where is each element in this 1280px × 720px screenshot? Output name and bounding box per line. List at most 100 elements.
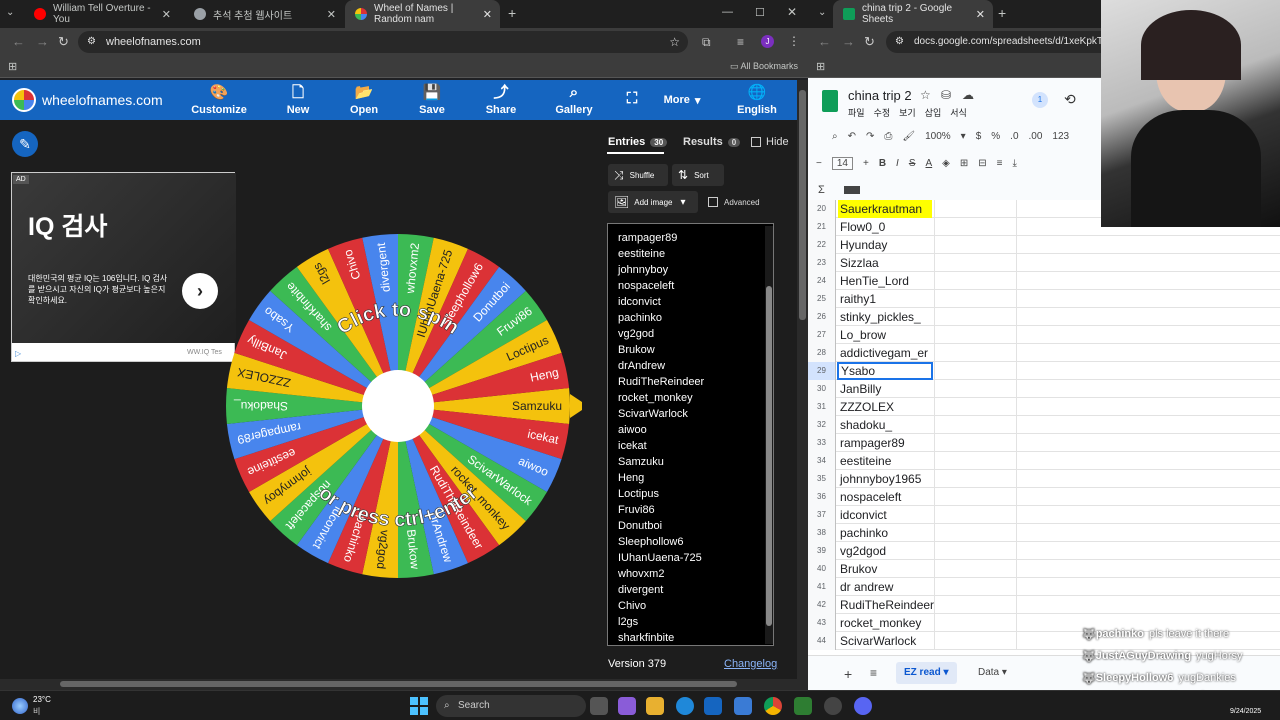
row-number[interactable]: 39: [808, 542, 836, 560]
cell-value[interactable]: nospaceleft: [840, 488, 901, 506]
sheet-row[interactable]: 29 Ysabo: [808, 362, 1280, 380]
cell-value[interactable]: Flow0_0: [840, 218, 885, 236]
row-number[interactable]: 32: [808, 416, 836, 434]
undo-icon[interactable]: ↶: [848, 131, 856, 142]
taskbar-search[interactable]: ⌕ Search: [436, 695, 586, 717]
edge-icon[interactable]: [676, 697, 694, 715]
cell-value[interactable]: ScivarWarlock: [840, 632, 916, 650]
shuffle-button[interactable]: ⤨ Shuffle: [608, 164, 668, 186]
cell-value[interactable]: Sauerkrautman: [838, 200, 932, 218]
new-tab-icon[interactable]: +: [508, 5, 516, 21]
sheet-row[interactable]: 24 HenTie_Lord: [808, 272, 1280, 290]
discord-icon[interactable]: [854, 697, 872, 715]
site-info-icon[interactable]: ⚙: [87, 31, 96, 53]
tab-entries[interactable]: Entries 30: [608, 136, 668, 148]
row-number[interactable]: 42: [808, 596, 836, 614]
sheet-row[interactable]: 34 eestiteine: [808, 452, 1280, 470]
scrollbar-thumb[interactable]: [60, 681, 737, 687]
strikethrough-icon[interactable]: S: [909, 158, 916, 169]
paint-format-icon[interactable]: 🖌: [902, 131, 915, 142]
sheet-row[interactable]: 32 shadoku_: [808, 416, 1280, 434]
cell-value[interactable]: addictivegam_er: [840, 344, 928, 362]
new-button[interactable]: 🗋 New: [280, 80, 316, 120]
row-number[interactable]: 44: [808, 632, 836, 650]
cell-ref-box[interactable]: [844, 186, 860, 194]
sheet-row[interactable]: 35 johnnyboy1965: [808, 470, 1280, 488]
sheet-row[interactable]: 41 dr andrew: [808, 578, 1280, 596]
sheet-tab-data[interactable]: Data ▾: [970, 662, 1015, 684]
sheet-row[interactable]: 33 rampager89: [808, 434, 1280, 452]
chrome-icon[interactable]: [764, 697, 782, 715]
app-icon[interactable]: [734, 697, 752, 715]
save-button[interactable]: 💾 Save: [414, 80, 450, 120]
sheet-row[interactable]: 39 vg2dgod: [808, 542, 1280, 560]
advanced-checkbox[interactable]: Advanced: [708, 197, 760, 207]
cell-value[interactable]: Ysabo: [837, 362, 933, 380]
open-button[interactable]: 📂 Open: [346, 80, 382, 120]
app-icon[interactable]: [794, 697, 812, 715]
row-number[interactable]: 24: [808, 272, 836, 290]
back-icon[interactable]: ←: [12, 34, 25, 49]
menu-view[interactable]: 보기: [899, 106, 916, 119]
new-tab-icon[interactable]: +: [998, 5, 1006, 21]
font-size-input[interactable]: 14: [831, 157, 853, 170]
row-number[interactable]: 23: [808, 254, 836, 272]
customize-button[interactable]: 🎨 Customize: [191, 80, 247, 120]
row-number[interactable]: 33: [808, 434, 836, 452]
changelog-link[interactable]: Changelog: [724, 658, 777, 670]
search-icon[interactable]: ⌕: [832, 131, 838, 142]
site-info-icon[interactable]: ⚙: [895, 31, 904, 53]
app-icon[interactable]: [824, 697, 842, 715]
row-number[interactable]: 38: [808, 524, 836, 542]
cell-value[interactable]: Lo_brow: [840, 326, 886, 344]
sheet-row[interactable]: 22 Hyunday: [808, 236, 1280, 254]
sheet-row[interactable]: 31 ZZZOLEX: [808, 398, 1280, 416]
sheet-row[interactable]: 25 raithy1: [808, 290, 1280, 308]
sheet-row[interactable]: 37 idconvict: [808, 506, 1280, 524]
row-number[interactable]: 41: [808, 578, 836, 596]
cell-value[interactable]: dr andrew: [840, 578, 893, 596]
sheet-row[interactable]: 23 Sizzlaa: [808, 254, 1280, 272]
row-number[interactable]: 28: [808, 344, 836, 362]
sheet-row[interactable]: 36 nospaceleft: [808, 488, 1280, 506]
align-icon[interactable]: ≡: [997, 158, 1003, 169]
merge-icon[interactable]: ⊟: [978, 158, 986, 169]
row-number[interactable]: 27: [808, 326, 836, 344]
sheet-row[interactable]: 42 RudiTheReindeer: [808, 596, 1280, 614]
font-size-decrease-icon[interactable]: −: [816, 158, 822, 169]
italic-icon[interactable]: I: [896, 158, 899, 169]
horizontal-scrollbar[interactable]: [0, 679, 797, 690]
windows-start-icon[interactable]: [410, 697, 428, 715]
profile-avatar[interactable]: J: [761, 35, 774, 48]
row-number[interactable]: 36: [808, 488, 836, 506]
font-size-increase-icon[interactable]: +: [863, 158, 869, 169]
cloud-icon[interactable]: ☁: [962, 88, 974, 102]
percent-icon[interactable]: %: [991, 131, 1000, 142]
sheet-row[interactable]: 28 addictivegam_er: [808, 344, 1280, 362]
cell-value[interactable]: rampager89: [840, 434, 905, 452]
weather-icon[interactable]: [12, 698, 28, 714]
wheel[interactable]: SamzukuicekataiwooScivarWarlockrocket_mo…: [222, 230, 582, 582]
more-button[interactable]: More ▾: [658, 80, 706, 120]
row-number[interactable]: 26: [808, 308, 836, 326]
currency-icon[interactable]: $: [976, 131, 982, 142]
valign-icon[interactable]: ⤓: [1013, 158, 1017, 169]
star-icon[interactable]: ☆: [920, 88, 931, 102]
cell-value[interactable]: eestiteine: [840, 452, 891, 470]
gallery-button[interactable]: ⌕ Gallery: [554, 80, 594, 120]
media-icon[interactable]: ≡: [737, 35, 744, 49]
cell-value[interactable]: stinky_pickles_: [840, 308, 921, 326]
close-icon[interactable]: ✕: [483, 8, 492, 21]
sigma-icon[interactable]: Σ: [818, 184, 825, 196]
all-bookmarks[interactable]: ▭ All Bookmarks: [730, 61, 798, 72]
tab-youtube[interactable]: William Tell Overture - You ✕: [24, 0, 179, 28]
tab-search-icon[interactable]: ⌄: [818, 7, 826, 18]
tab-wheel-of-names[interactable]: Wheel of Names | Random nam ✕: [345, 0, 500, 28]
scrollbar-thumb[interactable]: [799, 90, 806, 320]
print-icon[interactable]: ⎙: [884, 131, 892, 142]
cell-value[interactable]: johnnyboy1965: [840, 470, 921, 488]
row-number[interactable]: 34: [808, 452, 836, 470]
close-icon[interactable]: ✕: [976, 8, 985, 21]
sort-button[interactable]: ⇅ Sort: [672, 164, 724, 186]
apps-icon[interactable]: ⊞: [8, 60, 17, 73]
